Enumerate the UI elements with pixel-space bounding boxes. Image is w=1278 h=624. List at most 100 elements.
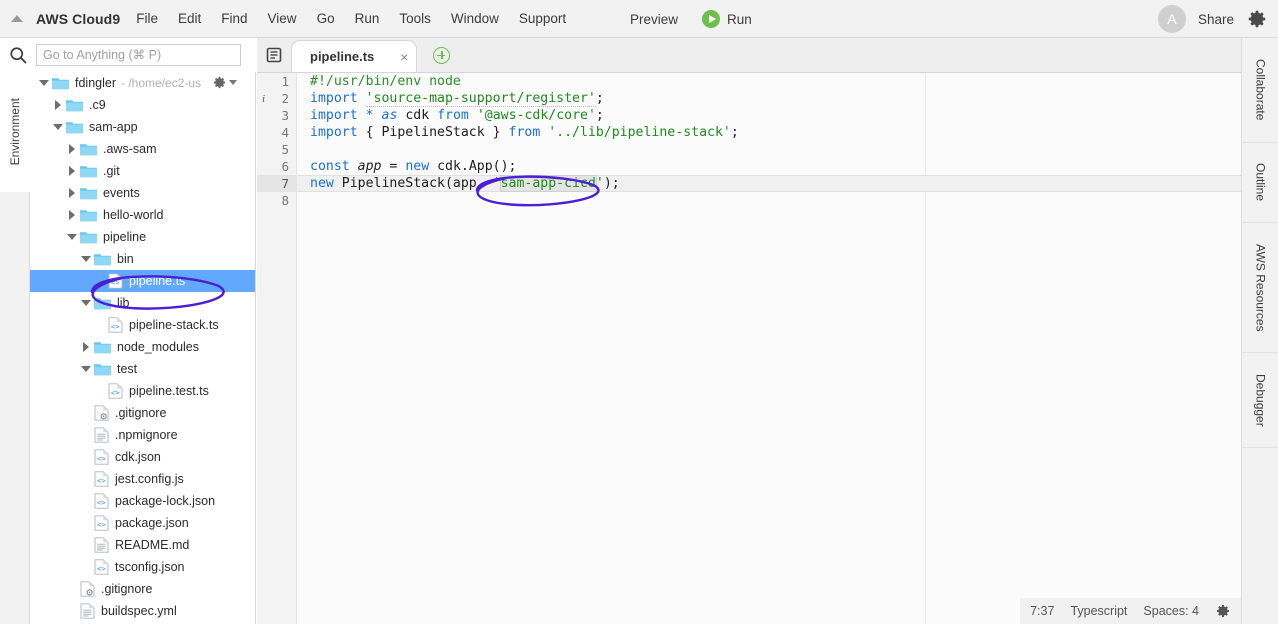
tree-item[interactable]: test <box>30 358 255 380</box>
tree-item[interactable]: <> tsconfig.json <box>30 556 255 578</box>
menu-item-view[interactable]: View <box>258 7 307 30</box>
right-tab-debugger[interactable]: Debugger <box>1242 353 1278 448</box>
tree-item[interactable]: buildspec.yml <box>30 600 255 622</box>
chevron-down-icon[interactable] <box>52 121 64 133</box>
code-token: new <box>310 176 334 191</box>
sidebar-tab-environment[interactable]: Environment <box>0 72 30 192</box>
play-icon <box>702 10 721 28</box>
search-input[interactable] <box>36 44 241 66</box>
right-tab-collaborate[interactable]: Collaborate <box>1242 38 1278 143</box>
cursor-position[interactable]: 7:37 <box>1030 604 1054 618</box>
right-tab-outline[interactable]: Outline <box>1242 143 1278 223</box>
tree-item[interactable]: <> pipeline-stack.ts <box>30 314 255 336</box>
menu-center-actions: Preview Run <box>620 0 762 38</box>
project-settings-button[interactable] <box>212 75 237 90</box>
menu-item-go[interactable]: Go <box>307 7 345 30</box>
tree-item[interactable]: .npmignore <box>30 424 255 446</box>
chevron-down-icon[interactable] <box>80 253 92 265</box>
gear-icon[interactable] <box>1215 603 1231 619</box>
chevron-right-icon[interactable] <box>66 165 78 177</box>
tab-pipeline-ts[interactable]: pipeline.ts × <box>291 40 418 72</box>
menu-item-support[interactable]: Support <box>509 7 576 30</box>
document-file-icon <box>80 603 95 619</box>
line-number: 8 <box>281 193 289 208</box>
panel-list-icon[interactable] <box>257 37 291 72</box>
chevron-down-icon[interactable] <box>38 77 50 89</box>
code-editor[interactable]: 1i2345678 #!/usr/bin/env node import 'sou… <box>257 73 1241 624</box>
tree-item[interactable]: .git <box>30 160 255 182</box>
file-tree[interactable]: fdingler - /home/ec2-us .c9 sam-app .aws-sa… <box>30 72 256 624</box>
tab-label: pipeline.ts <box>310 49 375 64</box>
code-file-icon: <> <box>108 317 123 333</box>
chevron-down-icon[interactable] <box>80 363 92 375</box>
tree-item[interactable]: bin <box>30 248 255 270</box>
tree-item[interactable]: hello-world <box>30 204 255 226</box>
chevron-right-icon[interactable] <box>66 209 78 221</box>
tree-item[interactable]: lib <box>30 292 255 314</box>
tree-item-label: bin <box>117 251 134 266</box>
gear-icon <box>213 76 226 89</box>
tree-item[interactable]: <> package.json <box>30 512 255 534</box>
tree-item-selected[interactable]: <> pipeline.ts <box>30 270 255 292</box>
menu-item-run[interactable]: Run <box>345 7 390 30</box>
chevron-right-icon[interactable] <box>52 99 64 111</box>
menu-item-edit[interactable]: Edit <box>168 7 211 30</box>
tree-item[interactable]: events <box>30 182 255 204</box>
search-icon[interactable] <box>0 45 36 65</box>
avatar[interactable]: A <box>1157 5 1186 33</box>
menu-item-file[interactable]: File <box>126 7 168 30</box>
code-token: ' <box>492 176 501 191</box>
chevron-right-icon[interactable] <box>80 341 92 353</box>
menu-item-window[interactable]: Window <box>441 7 509 30</box>
tree-item[interactable]: <> cdk.json <box>30 446 255 468</box>
tree-item[interactable]: .gitignore <box>30 402 255 424</box>
folder-icon <box>80 188 97 200</box>
info-marker-icon[interactable]: i <box>262 93 265 105</box>
chevron-down-icon[interactable] <box>66 231 78 243</box>
indentation-setting[interactable]: Spaces: 4 <box>1143 604 1199 618</box>
tree-item-label: fdingler <box>75 75 116 90</box>
menu-item-tools[interactable]: Tools <box>389 7 441 30</box>
code-line-8[interactable] <box>297 192 1241 209</box>
tree-item[interactable]: <> jest.config.js <box>30 468 255 490</box>
tree-item[interactable]: sam-app <box>30 116 255 138</box>
tree-item[interactable]: pipeline <box>30 226 255 248</box>
tree-item[interactable]: .gitignore <box>30 578 255 600</box>
chevron-right-icon[interactable] <box>66 187 78 199</box>
tree-item[interactable]: <> package-lock.json <box>30 490 255 512</box>
right-tab-aws-resources[interactable]: AWS Resources <box>1242 223 1278 353</box>
close-icon[interactable]: × <box>400 49 408 65</box>
menu-item-find[interactable]: Find <box>211 7 257 30</box>
code-line-5[interactable] <box>297 141 1241 158</box>
code-line-7[interactable]: new PipelineStack(app, 'sam-app-cicd'); <box>297 175 1241 192</box>
code-line-4[interactable]: import { PipelineStack } from '../lib/pi… <box>297 124 1241 141</box>
code-token: from <box>508 125 541 140</box>
chevron-down-icon[interactable] <box>80 297 92 309</box>
line-number: 6 <box>281 159 289 174</box>
tree-item[interactable]: README.md <box>30 534 255 556</box>
editor-code-area[interactable]: #!/usr/bin/env node import 'source-map-su… <box>297 73 1241 624</box>
run-button-label: Run <box>727 11 752 27</box>
tree-item-label: .aws-sam <box>103 141 157 156</box>
tree-item[interactable]: node_modules <box>30 336 255 358</box>
plus-circle-icon[interactable] <box>433 47 451 64</box>
language-mode[interactable]: Typescript <box>1070 604 1127 618</box>
tree-item[interactable]: .aws-sam <box>30 138 255 160</box>
folder-icon <box>94 364 111 376</box>
code-line-2[interactable]: import 'source-map-support/register'; <box>297 90 1241 107</box>
run-button[interactable]: Run <box>692 6 762 32</box>
chevron-right-icon[interactable] <box>66 143 78 155</box>
tree-item[interactable]: .c9 <box>30 94 255 116</box>
line-number: 5 <box>281 142 289 157</box>
collapse-menu-button[interactable] <box>0 0 34 38</box>
code-line-3[interactable]: import * as cdk from '@aws-cdk/core'; <box>297 107 1241 124</box>
code-line-6[interactable]: const app = new cdk.App(); <box>297 158 1241 175</box>
gear-icon[interactable] <box>1246 8 1268 30</box>
share-button[interactable]: Share <box>1194 12 1238 27</box>
preview-button[interactable]: Preview <box>620 8 688 31</box>
folder-icon <box>80 210 97 222</box>
code-line-1[interactable]: #!/usr/bin/env node <box>297 73 1241 90</box>
tree-item[interactable]: <> pipeline.test.ts <box>30 380 255 402</box>
